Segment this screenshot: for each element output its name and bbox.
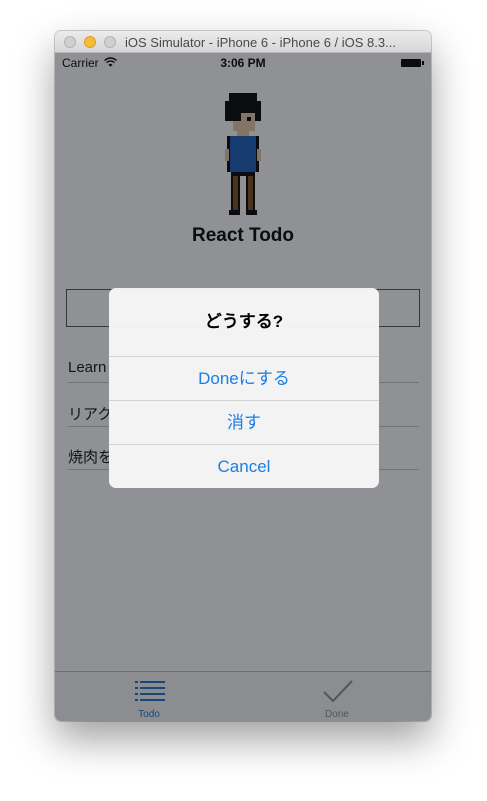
window-zoom-button[interactable] [104, 36, 116, 48]
alert-delete-button[interactable]: 消す [109, 400, 379, 443]
window-titlebar: iOS Simulator - iPhone 6 - iPhone 6 / iO… [55, 31, 431, 53]
window-title: iOS Simulator - iPhone 6 - iPhone 6 / iO… [125, 35, 396, 50]
device-screen: Carrier 3:06 PM React Todo Learn リアク 焼肉を… [55, 53, 431, 721]
alert-done-button[interactable]: Doneにする [109, 356, 379, 399]
alert-cancel-button[interactable]: Cancel [109, 444, 379, 487]
simulator-window: iOS Simulator - iPhone 6 - iPhone 6 / iO… [55, 31, 431, 721]
window-minimize-button[interactable] [84, 36, 96, 48]
action-alert: どうする? Doneにする 消す Cancel [109, 288, 379, 488]
window-close-button[interactable] [64, 36, 76, 48]
alert-title: どうする? [204, 312, 284, 331]
